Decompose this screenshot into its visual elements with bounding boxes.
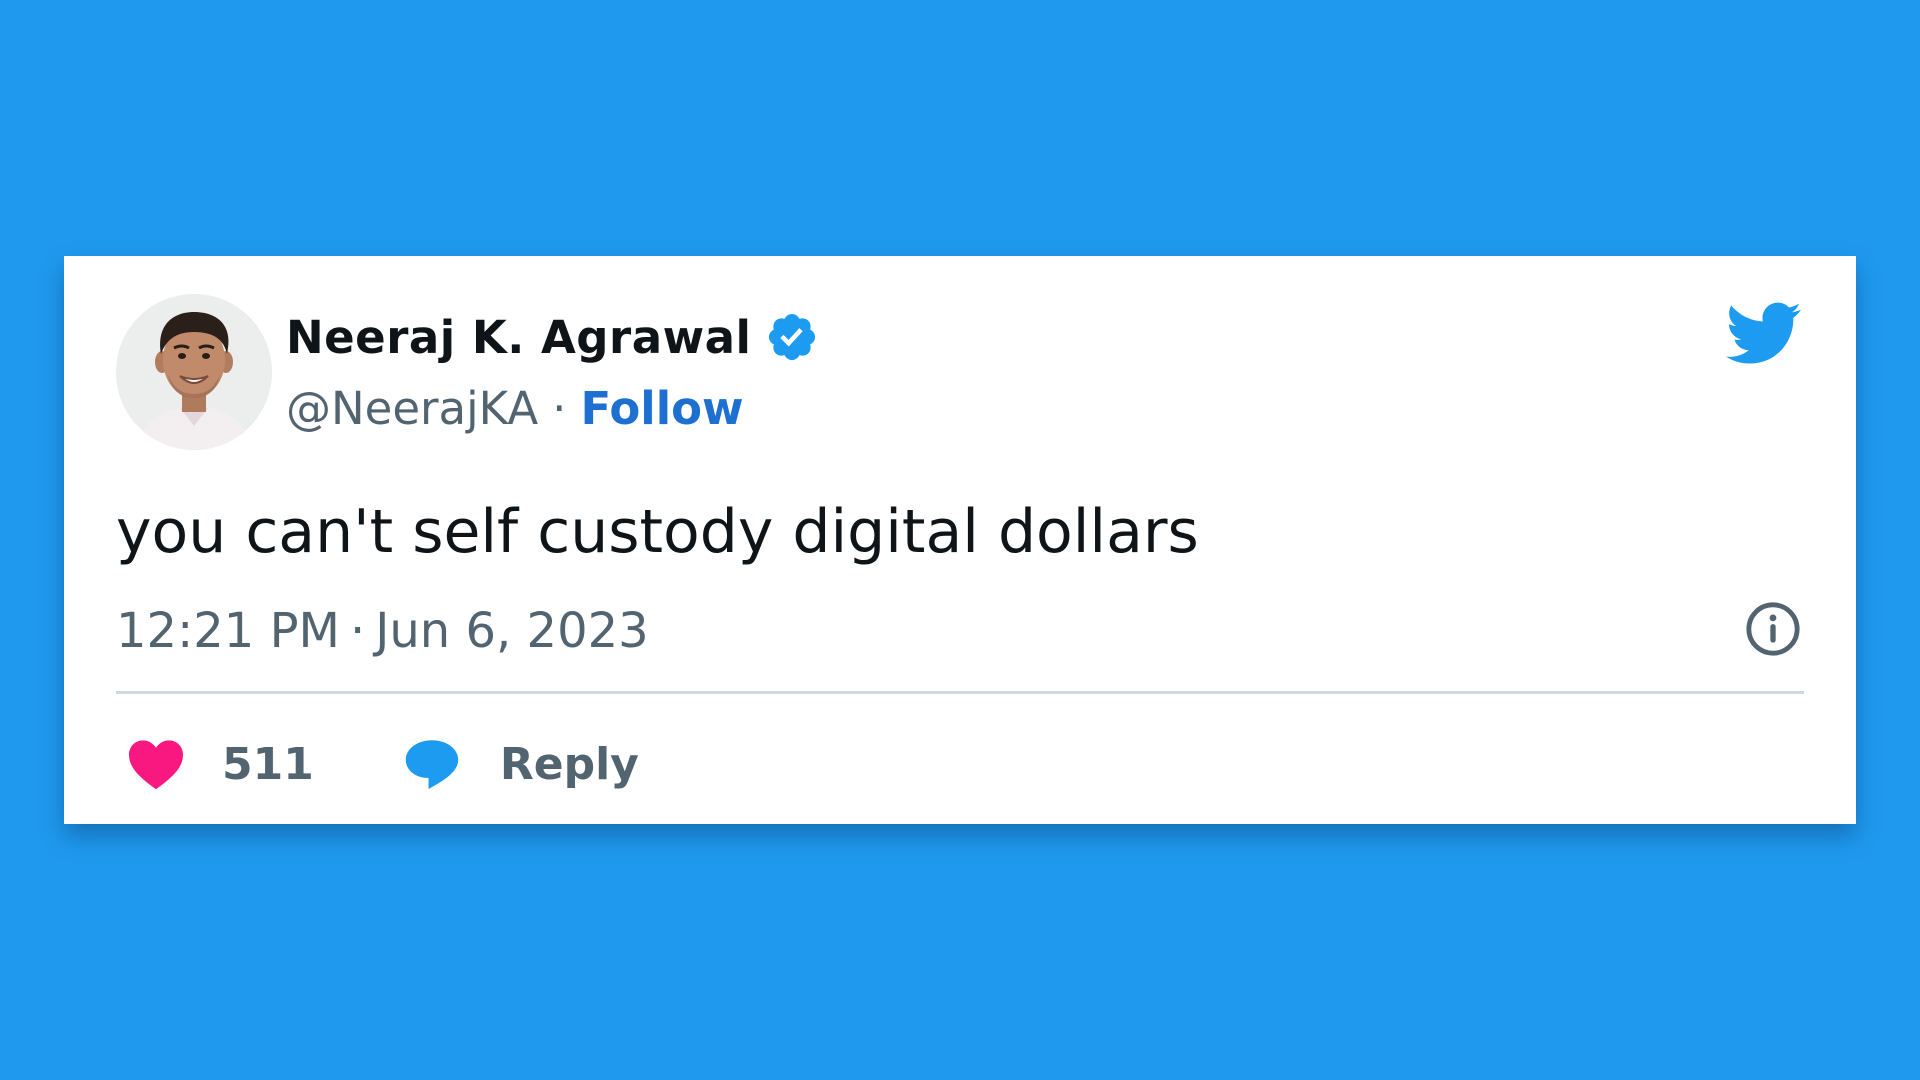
author-handle[interactable]: @NeerajKA — [286, 382, 538, 435]
divider — [116, 691, 1804, 694]
like-count: 511 — [222, 738, 314, 790]
author-name-row: Neeraj K. Agrawal — [286, 309, 819, 365]
twitter-bird-icon[interactable] — [1726, 302, 1802, 366]
tweet-date: Jun 6, 2023 — [375, 603, 649, 659]
tweet-timestamp[interactable]: 12:21 PM · Jun 6, 2023 — [116, 596, 649, 666]
follow-button[interactable]: Follow — [580, 382, 743, 435]
reply-label: Reply — [499, 738, 639, 790]
separator-dot: · — [349, 603, 366, 659]
reply-button[interactable]: Reply — [402, 736, 639, 792]
info-icon[interactable] — [1744, 600, 1802, 658]
tweet-card: Neeraj K. Agrawal @NeerajKA · Follow you… — [64, 256, 1856, 824]
like-button[interactable]: 511 — [116, 737, 314, 791]
handle-row: @NeerajKA · Follow — [286, 380, 744, 436]
action-bar: 511 Reply — [116, 724, 639, 804]
reply-bubble-icon — [402, 736, 462, 792]
author-name[interactable]: Neeraj K. Agrawal — [286, 311, 751, 364]
profile-photo — [116, 294, 272, 450]
tweet-time: 12:21 PM — [116, 603, 340, 659]
avatar[interactable] — [116, 294, 272, 450]
tweet-text: you can't self custody digital dollars — [116, 497, 1199, 567]
heart-icon — [126, 737, 186, 791]
verified-badge-icon — [765, 310, 819, 364]
separator-dot: · — [552, 381, 567, 435]
